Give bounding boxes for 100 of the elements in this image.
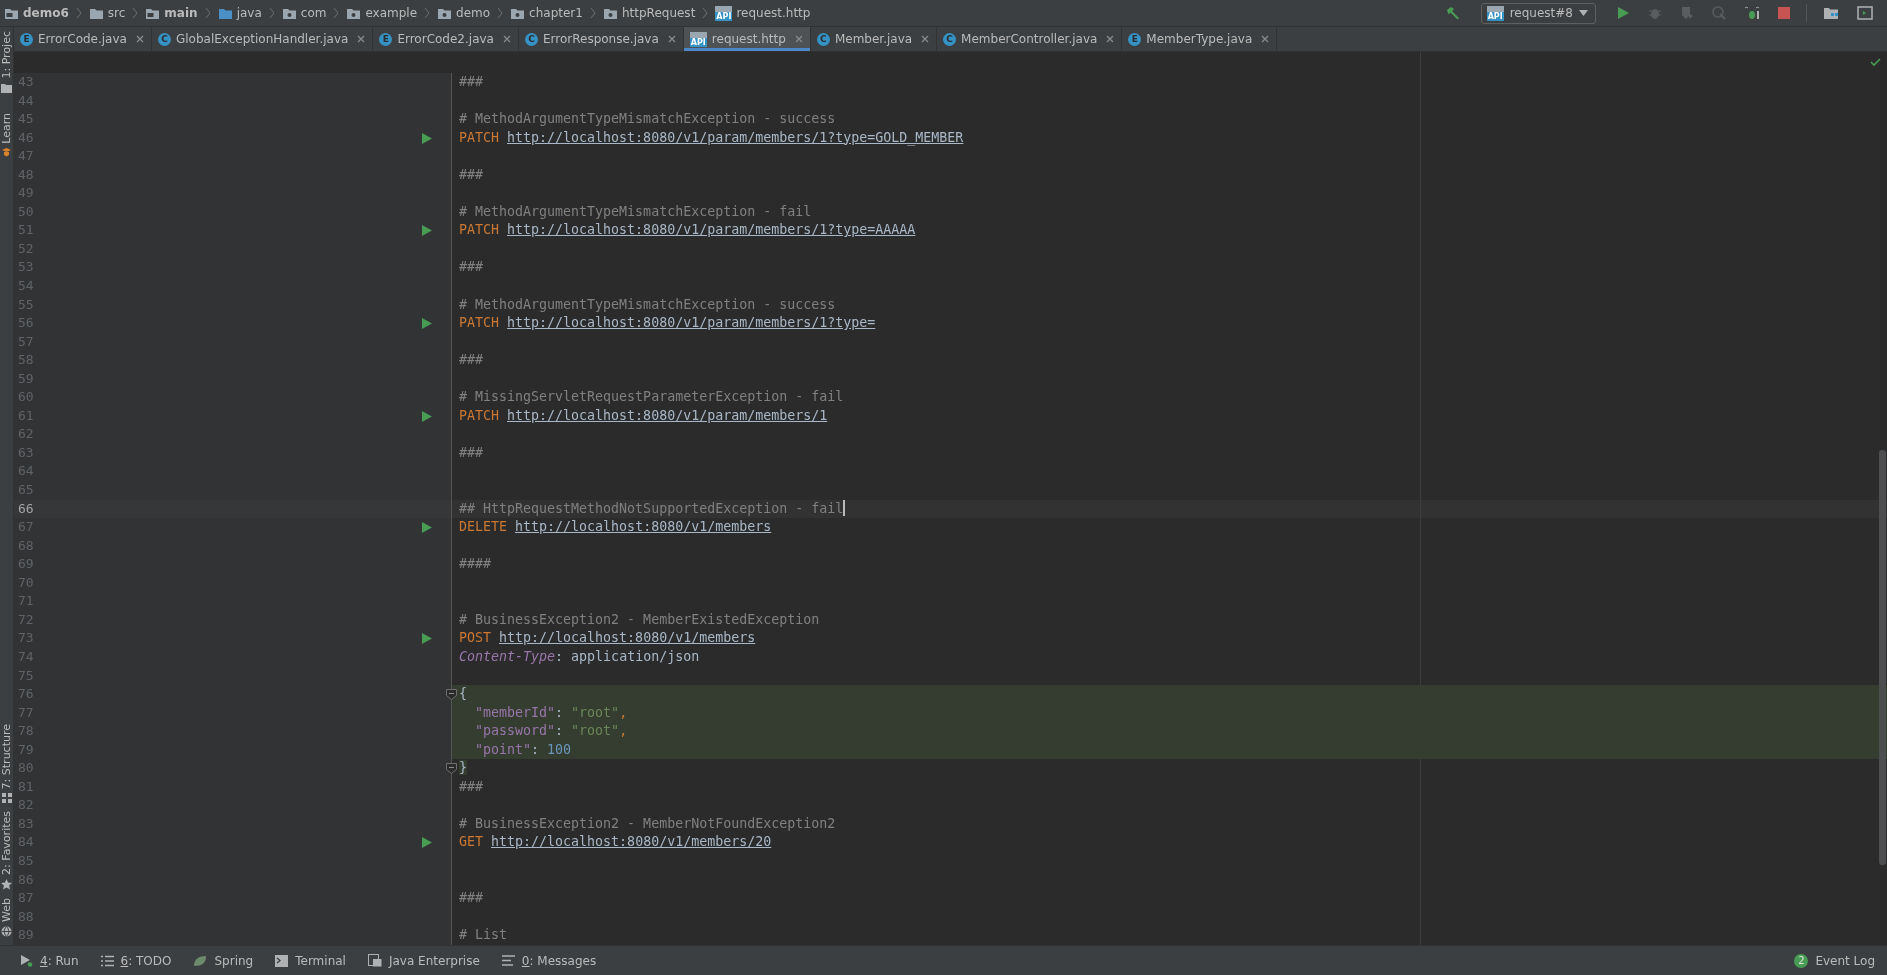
breadcrumb-item[interactable]: main [145, 6, 198, 20]
close-icon[interactable] [667, 35, 676, 43]
fold-icon[interactable] [446, 763, 457, 775]
tool-window-button[interactable]: Spring [193, 953, 254, 968]
editor-tab[interactable]: C Member.java [810, 27, 938, 51]
code-comment: # MissingServletRequestParameterException - fail [459, 389, 844, 405]
editor-tab[interactable]: E ErrorCode2.java [373, 27, 519, 51]
header-name: Content-Type [459, 648, 556, 664]
breadcrumb-item[interactable]: java [217, 6, 262, 20]
json-key: "password" [475, 723, 556, 739]
chevron-icon [497, 7, 504, 19]
editor-tab[interactable]: API request.http [683, 27, 811, 51]
leaf-icon [193, 954, 208, 967]
run-icon[interactable] [1616, 6, 1630, 20]
json-number: 100 [547, 741, 572, 757]
json-comma: , [619, 723, 628, 739]
chevron-icon [424, 7, 431, 19]
run-icon[interactable] [422, 318, 432, 330]
editor-tab[interactable]: C MemberController.java [937, 27, 1123, 51]
scrollbar[interactable] [1879, 450, 1886, 865]
url-link[interactable]: http://localhost:8080/v1/param/members/1?type=GOLD_MEMBER [507, 129, 964, 145]
url-link[interactable]: http://localhost:8080/v1/members [515, 519, 772, 535]
run-config-dropdown[interactable]: API request#8 [1480, 2, 1596, 24]
code-comment: ### [459, 259, 484, 275]
url-link[interactable]: http://localhost:8080/v1/param/members/1?type= [507, 315, 876, 331]
event-log-button[interactable]: 2 Event Log [1794, 953, 1875, 968]
chevron-icon [75, 7, 82, 19]
run-icon[interactable] [422, 225, 432, 237]
tool-window-tab[interactable]: Web [0, 894, 14, 941]
tool-window-tab[interactable]: 1: Projec [0, 27, 14, 97]
breadcrumb-item[interactable]: src [88, 6, 126, 20]
code-comment: ### [459, 890, 484, 906]
star-icon [1, 879, 12, 890]
breadcrumb-item[interactable]: API request.http [715, 5, 811, 21]
tool-window-button[interactable]: 6: TODO [100, 953, 172, 968]
close-icon[interactable] [1261, 35, 1270, 43]
editor-tab[interactable]: C GlobalExceptionHandler.java [151, 27, 374, 51]
url-link[interactable]: http://localhost:8080/v1/members/20 [491, 834, 772, 850]
json-brace: { [459, 686, 467, 702]
http-method: PATCH [459, 407, 500, 423]
close-icon[interactable] [1106, 35, 1115, 43]
tool-window-button[interactable]: 4: Run [20, 953, 79, 968]
http-method: DELETE [459, 519, 508, 535]
folder-grid-icon[interactable] [1823, 6, 1839, 20]
close-icon[interactable] [502, 35, 511, 43]
run-icon[interactable] [422, 837, 432, 849]
package-folder-icon [602, 6, 618, 20]
code-comment: ### [459, 352, 484, 368]
run-icon[interactable] [422, 410, 432, 422]
editor-tab[interactable]: E ErrorCode.java [14, 27, 152, 51]
tool-window-button[interactable]: 0: Messages [501, 953, 597, 968]
class-icon: E [20, 32, 33, 46]
code-comment: # BusinessException2 - MemberExistedException [459, 611, 820, 627]
breadcrumb-item[interactable]: demo [437, 6, 491, 20]
breadcrumb-item[interactable]: demo6 [4, 6, 69, 20]
caret-icon [1579, 10, 1588, 16]
breadcrumb-item[interactable]: example [346, 6, 418, 20]
editor-tab[interactable]: E MemberType.java [1122, 27, 1278, 51]
close-icon[interactable] [794, 35, 803, 43]
tool-window-tab[interactable]: Learn [0, 108, 14, 163]
run-icon[interactable] [422, 522, 432, 534]
class-icon: E [379, 32, 393, 46]
punctuation: : [555, 704, 564, 720]
url-link[interactable]: http://localhost:8080/v1/members [499, 630, 756, 646]
class-icon: C [524, 32, 538, 46]
json-key: "memberId" [475, 704, 556, 720]
grid-icon [1, 793, 12, 804]
breadcrumb-item[interactable]: com [281, 6, 327, 20]
api-file-icon: API [1486, 5, 1504, 21]
attach-icon[interactable] [1744, 6, 1760, 20]
module-folder-icon [145, 6, 161, 20]
list-icon [100, 954, 114, 967]
editor-tab[interactable]: C ErrorResponse.java [518, 27, 684, 51]
code-comment: ### [459, 444, 484, 460]
breadcrumb-item[interactable]: chapter1 [510, 6, 583, 20]
tool-window-button[interactable]: Java Enterprise [367, 953, 480, 968]
window-icon[interactable] [1857, 6, 1873, 20]
close-icon[interactable] [135, 35, 144, 43]
run-icon [20, 954, 33, 967]
code-comment: ## HttpRequestMethodNotSupportedException - fail [459, 500, 844, 516]
code-comment: # BusinessException2 - MemberNotFoundException2 [459, 815, 836, 831]
url-link[interactable]: http://localhost:8080/v1/param/members/1 [507, 407, 828, 423]
json-string: "root" [571, 704, 620, 720]
tool-window-tab[interactable]: 2: Favorites [0, 807, 14, 894]
breadcrumb-item[interactable]: httpRequest [602, 6, 696, 20]
close-icon[interactable] [357, 35, 366, 43]
code-comment: ### [459, 778, 484, 794]
url-link[interactable]: http://localhost:8080/v1/param/members/1?type=AAAAA [507, 222, 916, 238]
api-file-icon: API [689, 31, 707, 47]
http-method: PATCH [459, 315, 500, 331]
run-icon[interactable] [422, 633, 432, 645]
run-icon[interactable] [422, 132, 432, 144]
close-icon[interactable] [921, 35, 930, 43]
package-folder-icon [510, 6, 526, 20]
hammer-icon[interactable] [1444, 5, 1461, 21]
punctuation: : [555, 648, 564, 664]
class-icon: C [157, 32, 171, 46]
tool-window-button[interactable]: Terminal [275, 953, 346, 968]
fold-icon[interactable] [446, 689, 457, 701]
tool-window-tab[interactable]: 7: Structure [0, 719, 14, 808]
